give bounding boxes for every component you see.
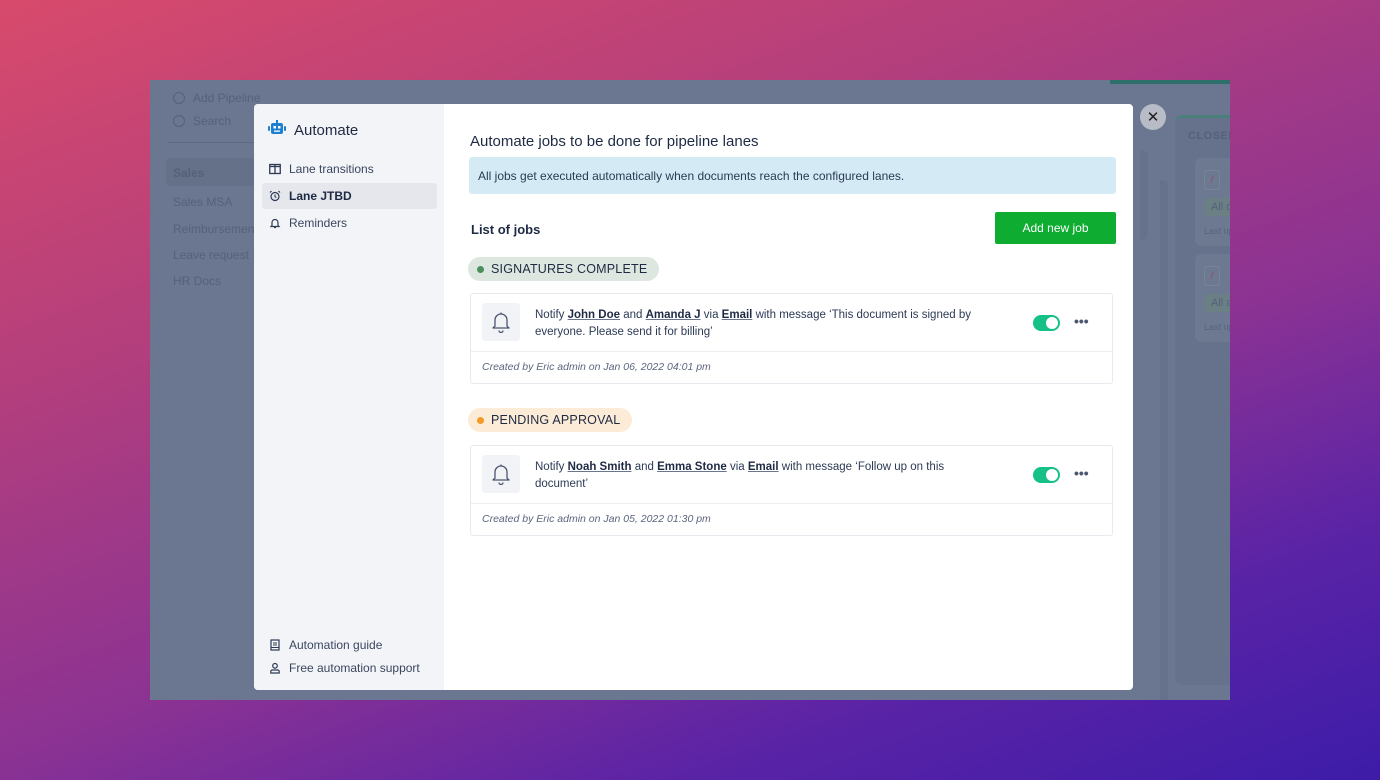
- job-card: Notify Noah Smith and Emma Stone via Ema…: [470, 445, 1113, 536]
- search-link[interactable]: Search: [173, 114, 231, 128]
- lane-name: PENDING APPROVAL: [491, 413, 621, 427]
- nav-label: Lane transitions: [289, 162, 374, 176]
- pipeline-item[interactable]: Leave request: [173, 248, 249, 262]
- footer-link-label: Free automation support: [289, 661, 420, 675]
- close-icon: ✕: [1146, 109, 1160, 126]
- job-description: Notify Noah Smith and Emma Stone via Ema…: [535, 461, 945, 490]
- lane-badge-pending-approval: PENDING APPROVAL: [468, 408, 633, 432]
- status-dot: [477, 416, 484, 424]
- nav-item-reminders[interactable]: Reminders: [262, 210, 437, 236]
- job-card: Notify John Doe and Amanda J via Email w…: [470, 293, 1113, 384]
- status-dot: [477, 265, 484, 273]
- modal-sidebar: Automate Lane transitions Lane JTBD Remi…: [254, 104, 444, 690]
- bell-icon: [269, 218, 281, 229]
- automate-modal: Automate Lane transitions Lane JTBD Remi…: [254, 104, 1133, 690]
- modal-sidebar-footer: Automation guide Free automation support: [262, 634, 437, 680]
- background-lane-column: [1140, 150, 1148, 240]
- section-title: List of jobs: [471, 222, 541, 237]
- background-lane-column: [1160, 180, 1168, 700]
- job-description: Notify John Doe and Amanda J via Email w…: [535, 309, 971, 338]
- page-title: Automate jobs to be done for pipeline la…: [470, 133, 759, 150]
- lane-badge-signatures-complete: SIGNATURES COMPLETE: [468, 257, 660, 281]
- background-sidebar: Add Pipeline Search Sales Sales MSA Reim…: [150, 80, 268, 700]
- modal-title: Automate: [294, 122, 359, 139]
- document-icon: /: [1204, 266, 1220, 286]
- bell-icon: [482, 455, 520, 493]
- robot-icon: [268, 120, 286, 141]
- book-icon: [270, 639, 280, 651]
- automation-guide-link[interactable]: Automation guide: [262, 634, 437, 656]
- modal-nav: Lane transitions Lane JTBD Reminders: [262, 156, 437, 237]
- add-new-job-button[interactable]: Add new job: [995, 212, 1116, 244]
- card-status: All d: [1204, 198, 1230, 216]
- document-card[interactable]: / All d Last up: [1195, 158, 1230, 246]
- close-modal-button[interactable]: ✕: [1140, 104, 1166, 130]
- modal-main: Automate jobs to be done for pipeline la…: [444, 104, 1133, 690]
- user-icon: [270, 662, 280, 674]
- automation-support-link[interactable]: Free automation support: [262, 657, 437, 679]
- pipeline-item[interactable]: HR Docs: [173, 274, 221, 288]
- channel-link[interactable]: Email: [748, 461, 779, 473]
- more-options-icon[interactable]: •••: [1074, 313, 1089, 329]
- lane-name: SIGNATURES COMPLETE: [491, 262, 648, 276]
- lane-title: CLOSED: [1188, 130, 1230, 142]
- pipeline-item-sales[interactable]: Sales: [166, 158, 266, 186]
- pipeline-item[interactable]: Reimbursement: [173, 222, 258, 236]
- nav-item-lane-transitions[interactable]: Lane transitions: [262, 156, 437, 182]
- alarm-clock-icon: [269, 190, 281, 202]
- channel-link[interactable]: Email: [722, 309, 753, 321]
- add-pipeline-link[interactable]: Add Pipeline: [173, 91, 260, 105]
- nav-item-lane-jtbd[interactable]: Lane JTBD: [262, 183, 437, 209]
- modal-brand: Automate: [268, 120, 358, 141]
- divider: [168, 142, 268, 143]
- job-enabled-toggle[interactable]: [1033, 467, 1060, 483]
- document-icon: /: [1204, 170, 1220, 190]
- search-icon: [173, 115, 185, 127]
- nav-label: Reminders: [289, 216, 348, 230]
- recipient-link[interactable]: John Doe: [568, 309, 620, 321]
- bell-icon: [482, 303, 520, 341]
- background-tab-indicator: [1110, 80, 1230, 84]
- more-options-icon[interactable]: •••: [1074, 465, 1089, 481]
- nav-label: Lane JTBD: [289, 189, 352, 203]
- info-banner: All jobs get executed automatically when…: [469, 157, 1116, 194]
- pipeline-item[interactable]: Sales MSA: [173, 195, 232, 209]
- recipient-link[interactable]: Noah Smith: [568, 461, 632, 473]
- card-meta: Last up: [1204, 226, 1230, 236]
- job-enabled-toggle[interactable]: [1033, 315, 1060, 331]
- job-created-meta: Created by Eric admin on Jan 06, 2022 04…: [482, 361, 711, 373]
- columns-icon: [269, 163, 281, 175]
- background-lane-closed: CLOSED / All d Last up / All a Last up: [1175, 115, 1230, 685]
- card-meta: Last up: [1204, 322, 1230, 332]
- job-created-meta: Created by Eric admin on Jan 05, 2022 01…: [482, 513, 711, 525]
- footer-link-label: Automation guide: [289, 638, 383, 652]
- document-card[interactable]: / All a Last up: [1195, 254, 1230, 342]
- plus-circle-icon: [173, 92, 185, 104]
- card-status: All a: [1204, 294, 1230, 312]
- recipient-link[interactable]: Amanda J: [646, 309, 701, 321]
- recipient-link[interactable]: Emma Stone: [657, 461, 727, 473]
